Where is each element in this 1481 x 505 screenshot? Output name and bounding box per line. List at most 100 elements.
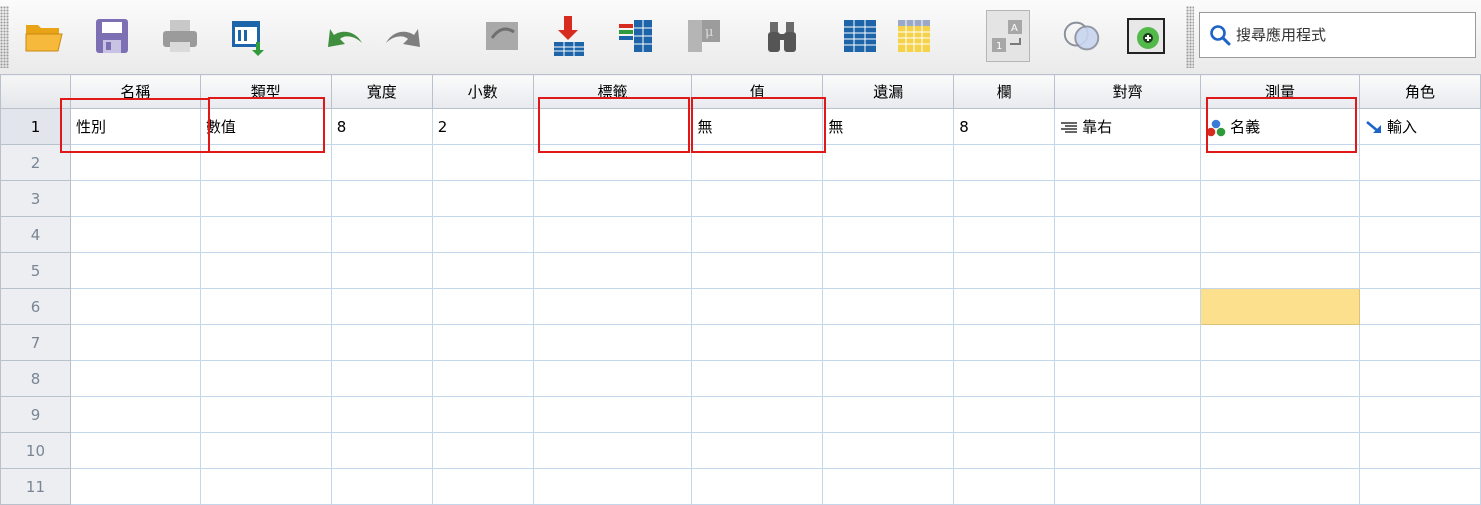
empty-cell[interactable] bbox=[69, 432, 201, 469]
col-header-columns[interactable]: 欄 bbox=[953, 74, 1056, 109]
empty-cell[interactable] bbox=[1200, 360, 1360, 397]
row-header[interactable]: 10 bbox=[0, 432, 71, 469]
cell-role[interactable]: 輸入 bbox=[1358, 108, 1481, 145]
cell-width[interactable]: 8 bbox=[330, 108, 433, 145]
empty-cell[interactable] bbox=[532, 360, 693, 397]
empty-cell[interactable] bbox=[532, 288, 693, 325]
empty-cell[interactable] bbox=[330, 432, 433, 469]
col-header-values[interactable]: 值 bbox=[691, 74, 824, 109]
empty-cell[interactable] bbox=[953, 324, 1056, 361]
app-search-box[interactable] bbox=[1199, 12, 1476, 58]
empty-cell[interactable] bbox=[1358, 216, 1481, 253]
row-header[interactable]: 7 bbox=[0, 324, 71, 361]
empty-cell[interactable] bbox=[1200, 468, 1360, 505]
col-header-align[interactable]: 對齊 bbox=[1054, 74, 1202, 109]
empty-cell[interactable] bbox=[431, 180, 534, 217]
empty-cell[interactable] bbox=[1358, 144, 1481, 181]
save-icon[interactable] bbox=[90, 10, 134, 62]
empty-cell[interactable] bbox=[1200, 324, 1360, 361]
cell-type[interactable]: 數值 bbox=[199, 108, 332, 145]
empty-cell[interactable] bbox=[1200, 180, 1360, 217]
empty-cell[interactable] bbox=[330, 252, 433, 289]
goto-variable-icon[interactable] bbox=[548, 10, 592, 62]
empty-cell[interactable] bbox=[199, 468, 332, 505]
empty-cell[interactable] bbox=[691, 288, 824, 325]
empty-cell[interactable] bbox=[691, 396, 824, 433]
toolbar-grip[interactable] bbox=[0, 6, 9, 68]
empty-cell[interactable] bbox=[822, 360, 955, 397]
empty-cell[interactable] bbox=[431, 252, 534, 289]
cell-decimals[interactable]: 2 bbox=[431, 108, 534, 145]
empty-cell[interactable] bbox=[822, 252, 955, 289]
cell-measure[interactable]: 名義 bbox=[1200, 108, 1360, 145]
empty-cell[interactable] bbox=[953, 252, 1056, 289]
empty-cell[interactable] bbox=[532, 216, 693, 253]
row-header[interactable]: 6 bbox=[0, 288, 71, 325]
empty-cell[interactable] bbox=[1358, 360, 1481, 397]
cell-values[interactable]: 無 bbox=[691, 108, 824, 145]
empty-cell[interactable] bbox=[691, 360, 824, 397]
empty-cell[interactable] bbox=[953, 396, 1056, 433]
empty-cell[interactable] bbox=[1054, 432, 1202, 469]
cell-columns[interactable]: 8 bbox=[953, 108, 1056, 145]
undo-icon[interactable] bbox=[322, 10, 366, 62]
empty-cell[interactable] bbox=[953, 288, 1056, 325]
empty-cell[interactable] bbox=[199, 144, 332, 181]
cell-name[interactable]: 性別 bbox=[69, 108, 201, 145]
empty-cell[interactable] bbox=[822, 144, 955, 181]
empty-cell[interactable] bbox=[1358, 432, 1481, 469]
empty-cell[interactable] bbox=[199, 396, 332, 433]
toolbar-grip-search[interactable] bbox=[1186, 6, 1194, 68]
empty-cell[interactable] bbox=[330, 288, 433, 325]
empty-cell[interactable] bbox=[691, 216, 824, 253]
empty-cell[interactable] bbox=[1054, 360, 1202, 397]
empty-cell[interactable] bbox=[822, 288, 955, 325]
empty-cell[interactable] bbox=[1054, 252, 1202, 289]
empty-cell[interactable] bbox=[1358, 288, 1481, 325]
empty-cell[interactable] bbox=[1200, 144, 1360, 181]
empty-cell[interactable] bbox=[532, 144, 693, 181]
row-header[interactable]: 9 bbox=[0, 396, 71, 433]
empty-cell[interactable] bbox=[431, 396, 534, 433]
empty-cell[interactable] bbox=[431, 360, 534, 397]
empty-cell[interactable] bbox=[953, 144, 1056, 181]
find-icon[interactable] bbox=[760, 10, 804, 62]
row-header[interactable]: 4 bbox=[0, 216, 71, 253]
empty-cell[interactable] bbox=[330, 180, 433, 217]
split-file-icon[interactable]: A 1 bbox=[986, 10, 1030, 62]
empty-cell[interactable] bbox=[691, 324, 824, 361]
search-input[interactable] bbox=[1232, 26, 1456, 44]
empty-cell[interactable] bbox=[532, 324, 693, 361]
empty-cell[interactable] bbox=[532, 252, 693, 289]
row-header[interactable]: 1 bbox=[0, 108, 71, 145]
empty-cell[interactable] bbox=[69, 468, 201, 505]
empty-cell[interactable] bbox=[69, 180, 201, 217]
empty-cell[interactable] bbox=[822, 432, 955, 469]
variables-icon[interactable] bbox=[614, 10, 658, 62]
empty-cell[interactable] bbox=[1358, 396, 1481, 433]
empty-cell[interactable] bbox=[431, 288, 534, 325]
empty-cell[interactable] bbox=[69, 144, 201, 181]
empty-cell[interactable] bbox=[1054, 216, 1202, 253]
empty-cell[interactable] bbox=[431, 216, 534, 253]
col-header-missing[interactable]: 遺漏 bbox=[822, 74, 955, 109]
empty-cell[interactable] bbox=[199, 432, 332, 469]
row-header[interactable]: 11 bbox=[0, 468, 71, 505]
empty-cell[interactable] bbox=[199, 252, 332, 289]
empty-cell[interactable] bbox=[199, 360, 332, 397]
show-all-variables-icon[interactable] bbox=[1124, 10, 1168, 62]
col-header-label[interactable]: 標籤 bbox=[532, 74, 693, 109]
use-sets-icon[interactable] bbox=[1060, 10, 1104, 62]
empty-cell[interactable] bbox=[1054, 468, 1202, 505]
empty-cell[interactable] bbox=[691, 432, 824, 469]
empty-cell[interactable] bbox=[431, 432, 534, 469]
cell-label[interactable] bbox=[532, 108, 693, 145]
empty-cell[interactable] bbox=[1358, 324, 1481, 361]
insert-variable-icon[interactable] bbox=[892, 10, 936, 62]
empty-cell[interactable] bbox=[532, 468, 693, 505]
empty-cell[interactable] bbox=[1054, 324, 1202, 361]
empty-cell[interactable] bbox=[69, 324, 201, 361]
empty-cell[interactable] bbox=[330, 144, 433, 181]
empty-cell[interactable] bbox=[1358, 180, 1481, 217]
empty-cell[interactable] bbox=[431, 468, 534, 505]
